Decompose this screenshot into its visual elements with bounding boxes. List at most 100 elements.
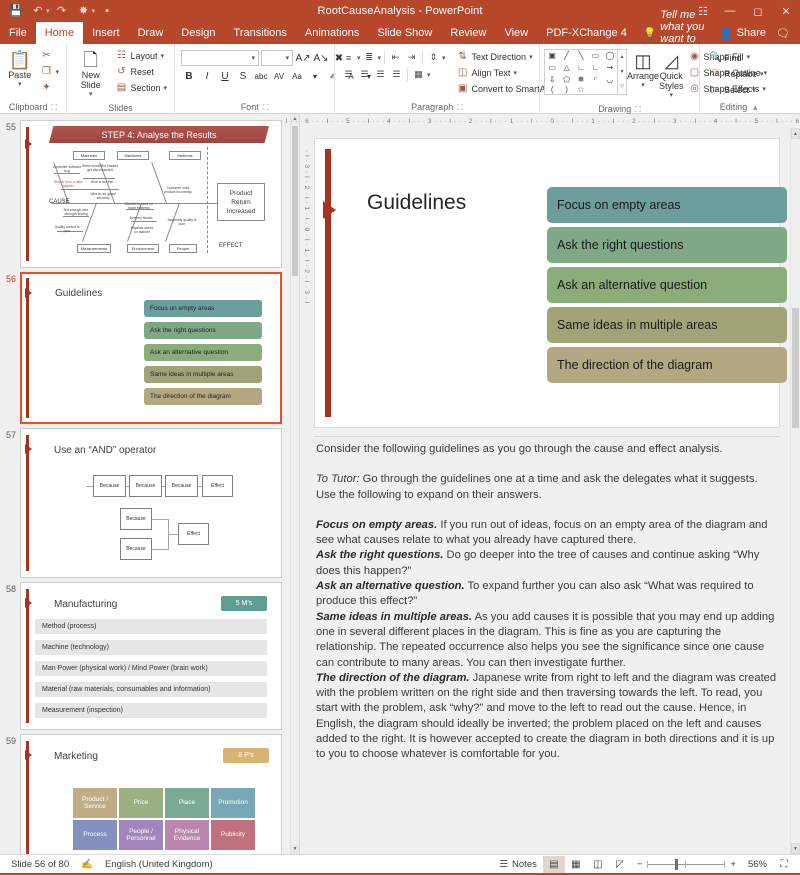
shape-brace-left-icon[interactable]: ( [545, 85, 559, 94]
paste-button[interactable]: 📋 Paste ▾ [4, 48, 35, 90]
copy-button[interactable]: ❐ ▾ [37, 64, 62, 79]
slide-thumbnail-pane[interactable]: 55 STEP 4: Analyse the Results Materials [0, 114, 300, 854]
zoom-out-button[interactable]: − [637, 859, 643, 870]
minimize-button[interactable]: — [716, 0, 744, 22]
tab-review[interactable]: Review [441, 22, 495, 44]
decrease-indent-button[interactable]: ⇤ [388, 50, 403, 65]
new-slide-button[interactable]: 🗋 New Slide ▾ [71, 48, 110, 100]
align-center-button[interactable]: ☰ [357, 67, 372, 82]
scroll-down-icon[interactable]: ▼ [791, 843, 800, 854]
text-shadow-button[interactable]: S [235, 68, 251, 84]
arrange-button[interactable]: ◫ Arrange ▾ [627, 49, 659, 91]
scrollbar-thumb[interactable] [292, 126, 298, 276]
guideline-bar-5[interactable]: The direction of the diagram [547, 347, 787, 383]
dialog-launcher-icon[interactable]: ⛶ [457, 101, 463, 114]
vertical-ruler[interactable]: · I · 3 · I · 2 · I · 1 · I · 0 · I · 1 … [300, 128, 314, 854]
shape-textbox-icon[interactable]: ▣ [545, 50, 559, 62]
tell-me-search[interactable]: 💡 Tell me what you want to do [636, 9, 719, 57]
shape-curve-icon[interactable]: ◡ [603, 73, 617, 85]
chevron-up-icon[interactable]: ▲ [751, 101, 759, 114]
comments-button[interactable]: 🗨 [776, 27, 790, 40]
fit-to-window-icon[interactable]: ⛶ [773, 856, 795, 873]
guideline-bar-2[interactable]: Ask the right questions [547, 227, 787, 263]
horizontal-ruler[interactable]: · I · · · 6 · · · I · · · 5 · · · I · · … [281, 114, 800, 128]
strikethrough-button[interactable]: abc [253, 68, 269, 84]
redo-icon[interactable]: ↷ [52, 2, 72, 20]
justify-button[interactable]: ☰ [389, 67, 404, 82]
tab-insert[interactable]: Insert [83, 22, 129, 44]
align-right-button[interactable]: ☰ [373, 67, 388, 82]
select-button[interactable]: ▷ Select ▾ [706, 82, 767, 97]
slide-canvas[interactable]: Guidelines Focus on empty areas Ask the … [314, 138, 787, 428]
undo-icon[interactable]: ↶ [28, 2, 48, 20]
increase-font-size-button[interactable]: A↗ [295, 50, 311, 66]
shape-oval-icon[interactable]: ◯ [603, 50, 617, 62]
layout-button[interactable]: ☷ Layout ▾ [112, 48, 170, 63]
tab-draw[interactable]: Draw [129, 22, 173, 44]
slide-sorter-view-button[interactable]: ▦ [565, 856, 587, 873]
decrease-font-size-button[interactable]: A↘ [313, 50, 329, 66]
find-button[interactable]: 🔍 Find [706, 50, 767, 65]
change-case-button[interactable]: Aa [289, 68, 305, 84]
zoom-thumb[interactable] [675, 858, 679, 870]
tab-slide-show[interactable]: Slide Show [368, 22, 441, 44]
guideline-bar-4[interactable]: Same ideas in multiple areas [547, 307, 787, 343]
dialog-launcher-icon[interactable]: ⛶ [51, 101, 57, 114]
bold-button[interactable]: B [181, 68, 197, 84]
maximize-button[interactable]: ◻ [744, 0, 772, 22]
zoom-in-button[interactable]: + [730, 859, 736, 870]
shape-arc-icon[interactable]: ◜ [588, 73, 602, 85]
thumbnail-row[interactable]: 55 STEP 4: Analyse the Results Materials [0, 118, 290, 270]
thumbnail-row[interactable]: 59 Marketing 8 P’s Product / Service Pri… [0, 732, 290, 854]
guideline-bar-1[interactable]: Focus on empty areas [547, 187, 787, 223]
shape-elbow2-icon[interactable]: ∟ [588, 62, 602, 74]
tab-design[interactable]: Design [172, 22, 224, 44]
tab-transitions[interactable]: Transitions [225, 22, 296, 44]
guideline-bar-3[interactable]: Ask an alternative question [547, 267, 787, 303]
shape-rect-icon[interactable]: ▭ [588, 50, 602, 62]
italic-button[interactable]: I [199, 68, 215, 84]
scroll-down-icon[interactable]: ▼ [291, 844, 299, 854]
font-name-input[interactable]: ▾ [181, 50, 259, 66]
thumbnail-row-selected[interactable]: 56 Guidelines Focus on empty areas Ask t… [0, 270, 290, 426]
shape-freeform-icon[interactable]: ❅ [574, 73, 588, 85]
tab-home[interactable]: Home [35, 22, 84, 44]
slide-title[interactable]: Guidelines [367, 191, 466, 215]
format-painter-button[interactable]: ✦ [37, 80, 62, 95]
notes-text[interactable]: Consider the following guidelines as you… [314, 439, 780, 852]
tab-view[interactable]: View [495, 22, 537, 44]
scrollbar-thumb[interactable] [792, 308, 799, 428]
scroll-down-icon[interactable]: ▼ [618, 65, 626, 80]
section-button[interactable]: ▤ Section ▾ [112, 80, 170, 95]
shapes-gallery-scroll[interactable]: ▲ ▼ ▽ [618, 49, 627, 95]
slide-thumbnail-55[interactable]: STEP 4: Analyse the Results Materials Ma… [20, 120, 282, 268]
zoom-slider[interactable]: − + [631, 858, 742, 870]
thumbnail-row[interactable]: 58 Manufacturing 5 M’s Method (process) … [0, 580, 290, 732]
slide-thumbnail-56[interactable]: Guidelines Focus on empty areas Ask the … [20, 272, 282, 424]
thumbnail-row[interactable]: 57 Use an “AND” operator Because Because… [0, 426, 290, 580]
editor-scrollbar[interactable]: ▲ ▼ [790, 128, 800, 854]
tab-file[interactable]: File [0, 22, 36, 44]
ribbon-display-options-icon[interactable]: ☷ [690, 0, 716, 22]
language-indicator[interactable]: English (United Kingdom) [99, 855, 219, 874]
undo-dropdown-icon[interactable]: ▾ [46, 7, 50, 15]
notes-button[interactable]: ☰ Notes [494, 855, 543, 874]
shape-arrow-icon[interactable]: ╲ [574, 50, 588, 62]
cut-button[interactable]: ✂ [37, 48, 62, 63]
shape-triangle-icon[interactable]: △ [559, 62, 573, 74]
customize-quick-access-icon[interactable]: ▪ [97, 2, 117, 20]
shape-brace-right-icon[interactable]: ) [559, 85, 573, 94]
start-presentation-icon[interactable]: ✸ [74, 2, 94, 20]
change-case-dropdown-icon[interactable]: ▾ [307, 68, 323, 84]
character-spacing-button[interactable]: AV [271, 68, 287, 84]
reading-view-button[interactable]: ◫ [587, 856, 609, 873]
slide-thumbnail-58[interactable]: Manufacturing 5 M’s Method (process) Mac… [20, 582, 282, 730]
quick-styles-button[interactable]: ◿ Quick Styles ▾ [659, 49, 684, 101]
share-button[interactable]: 👤 Share [719, 27, 766, 40]
scroll-up-icon[interactable]: ▲ [791, 128, 800, 139]
line-spacing-button[interactable]: ⇕ [426, 50, 441, 65]
scroll-up-icon[interactable]: ▲ [618, 50, 626, 65]
align-left-button[interactable]: ☰ [341, 67, 356, 82]
slide-thumbnail-59[interactable]: Marketing 8 P’s Product / Service Price … [20, 734, 282, 854]
underline-button[interactable]: U [217, 68, 233, 84]
